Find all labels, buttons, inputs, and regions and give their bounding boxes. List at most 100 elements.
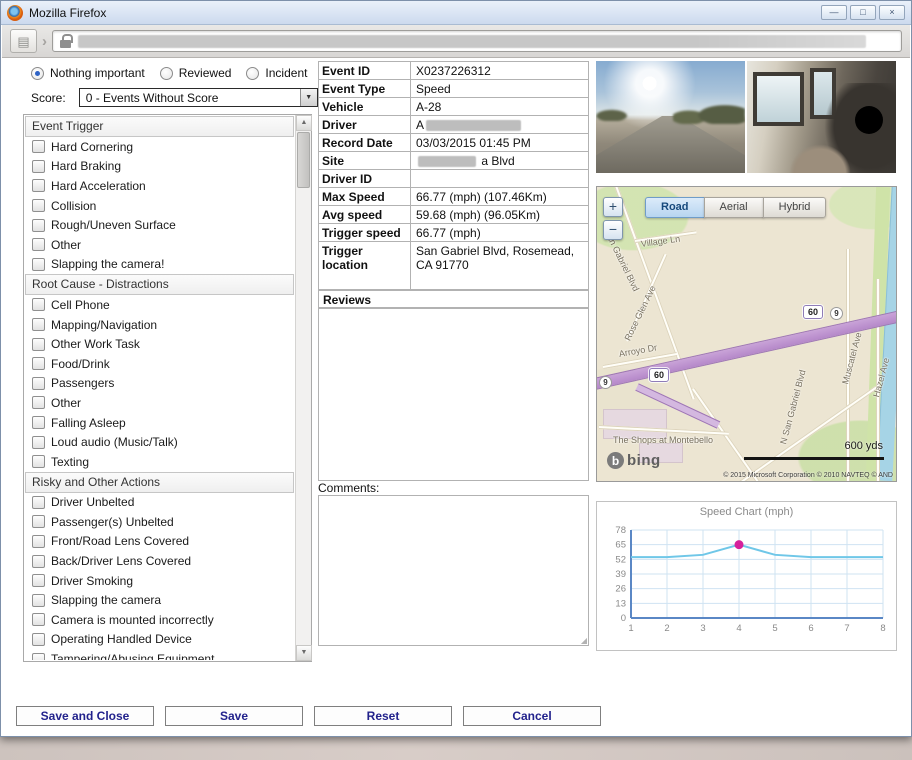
scrollbar-thumb[interactable] [297,132,310,188]
save-and-close-button[interactable]: Save and Close [16,706,154,726]
map-view-aerial[interactable]: Aerial [704,197,764,218]
checkbox-item-food-drink[interactable]: Food/Drink [25,354,294,374]
checkbox-item-falling-asleep[interactable]: Falling Asleep [25,413,294,433]
checkbox-icon[interactable] [32,258,45,271]
checkbox-label: Hard Braking [51,159,121,173]
checkbox-item-hard-acceleration[interactable]: Hard Acceleration [25,176,294,196]
status-option-nothing-important[interactable]: Nothing important [31,66,145,80]
score-dropdown[interactable]: 0 - Events Without Score ▼ [79,88,318,107]
comments-textarea[interactable] [318,495,589,646]
checkbox-label: Camera is mounted incorrectly [51,613,214,627]
checkbox-icon[interactable] [32,594,45,607]
checkbox-icon[interactable] [32,160,45,173]
checkbox-icon[interactable] [32,436,45,449]
seat [789,144,852,173]
scrollbar[interactable] [295,115,311,661]
reviews-header: Reviews [318,290,589,308]
checkbox-icon[interactable] [32,416,45,429]
checkbox-item-driver-smoking[interactable]: Driver Smoking [25,571,294,591]
cancel-button[interactable]: Cancel [463,706,601,726]
scroll-down-button[interactable] [296,645,312,661]
checkbox-icon[interactable] [32,357,45,370]
window-titlebar[interactable]: Mozilla Firefox —□× [1,1,911,25]
scroll-up-button[interactable] [296,115,312,131]
maximize-button[interactable]: □ [850,5,876,20]
detail-value: San Gabriel Blvd, Rosemead, CA 91770 [411,242,588,289]
cabin-camera-image [747,61,896,173]
checkbox-icon[interactable] [32,238,45,251]
checkbox-icon[interactable] [32,140,45,153]
checkbox-icon[interactable] [32,535,45,548]
checkbox-icon[interactable] [32,318,45,331]
status-option-reviewed[interactable]: Reviewed [160,66,232,80]
checkbox-icon[interactable] [32,653,45,660]
detail-value: A-28 [411,98,588,115]
checkbox-item-other[interactable]: Other [25,393,294,413]
reset-button[interactable]: Reset [314,706,452,726]
checkbox-icon[interactable] [32,633,45,646]
detail-label: Avg speed [319,206,411,223]
checkbox-item-driver-unbelted[interactable]: Driver Unbelted [25,493,294,513]
svg-text:6: 6 [808,623,813,634]
checkbox-icon[interactable] [32,377,45,390]
minimize-button[interactable]: — [821,5,847,20]
checkbox-item-hard-braking[interactable]: Hard Braking [25,157,294,177]
save-button[interactable]: Save [165,706,303,726]
zoom-out-button[interactable]: − [603,220,623,240]
checkbox-item-hard-cornering[interactable]: Hard Cornering [25,137,294,157]
checkbox-icon[interactable] [32,179,45,192]
dropdown-arrow-icon[interactable]: ▼ [300,89,317,106]
svg-text:78: 78 [615,525,626,536]
checkbox-icon[interactable] [32,613,45,626]
checkbox-item-slapping-the-camera[interactable]: Slapping the camera! [25,255,294,275]
checkbox-item-operating-handled-device[interactable]: Operating Handled Device [25,630,294,650]
checkbox-item-other[interactable]: Other [25,235,294,255]
checkbox-icon[interactable] [32,515,45,528]
checkbox-item-passengers[interactable]: Passengers [25,374,294,394]
status-option-incident[interactable]: Incident [246,66,307,80]
radio-label: Nothing important [50,66,145,80]
checkbox-icon[interactable] [32,574,45,587]
close-button[interactable]: × [879,5,905,20]
checkbox-item-slapping-the-camera[interactable]: Slapping the camera [25,590,294,610]
url-bar[interactable] [52,30,902,52]
detail-value: 66.77 (mph) (107.46Km) [411,188,588,205]
desktop: Mozilla Firefox —□× ▤ › Nothing importan… [0,0,912,760]
checkbox-icon[interactable] [32,199,45,212]
checkbox-item-other-work-task[interactable]: Other Work Task [25,334,294,354]
detail-value: Speed [411,80,588,97]
checkbox-icon[interactable] [32,298,45,311]
checkbox-item-texting[interactable]: Texting [25,452,294,472]
checkbox-item-back-driver-lens-covered[interactable]: Back/Driver Lens Covered [25,551,294,571]
bookmark-button[interactable]: ▤ [10,29,37,53]
bing-map[interactable]: Village LnSan Gabriel BlvdRose Glen AveA… [596,186,897,482]
checkbox-item-rough-uneven-surface[interactable]: Rough/Uneven Surface [25,215,294,235]
checkbox-item-front-road-lens-covered[interactable]: Front/Road Lens Covered [25,532,294,552]
checkbox-icon[interactable] [32,338,45,351]
checkbox-item-cell-phone[interactable]: Cell Phone [25,295,294,315]
map-view-hybrid[interactable]: Hybrid [763,197,827,218]
checkbox-item-camera-is-mounted-incorrectly[interactable]: Camera is mounted incorrectly [25,610,294,630]
bing-logo-icon: b [607,452,624,469]
checkbox-item-tampering-abusing-equipment[interactable]: Tampering/Abusing Equipment [25,649,294,660]
zoom-in-button[interactable]: + [603,197,623,217]
checkbox-icon[interactable] [32,555,45,568]
detail-row-avg-speed: Avg speed59.68 (mph) (96.05Km) [319,206,588,224]
checkbox-label: Food/Drink [51,357,110,371]
checkbox-item-passenger-s-unbelted[interactable]: Passenger(s) Unbelted [25,512,294,532]
checkbox-icon[interactable] [32,219,45,232]
checkbox-item-loud-audio-music-talk[interactable]: Loud audio (Music/Talk) [25,432,294,452]
speed-chart: Speed Chart (mph) 013263952657812345678 [596,501,897,651]
checkbox-item-collision[interactable]: Collision [25,196,294,216]
checkbox-icon[interactable] [32,396,45,409]
redacted-url-text [78,35,866,48]
checkbox-item-mapping-navigation[interactable]: Mapping/Navigation [25,315,294,335]
detail-row-event-type: Event TypeSpeed [319,80,588,98]
svg-text:7: 7 [844,623,849,634]
map-view-road[interactable]: Road [645,197,705,218]
checkbox-icon[interactable] [32,496,45,509]
event-checkbox-list: Event TriggerHard CorneringHard BrakingH… [25,116,294,660]
chart-marker-dot [735,540,744,549]
checkbox-label: Loud audio (Music/Talk) [51,435,178,449]
checkbox-icon[interactable] [32,455,45,468]
